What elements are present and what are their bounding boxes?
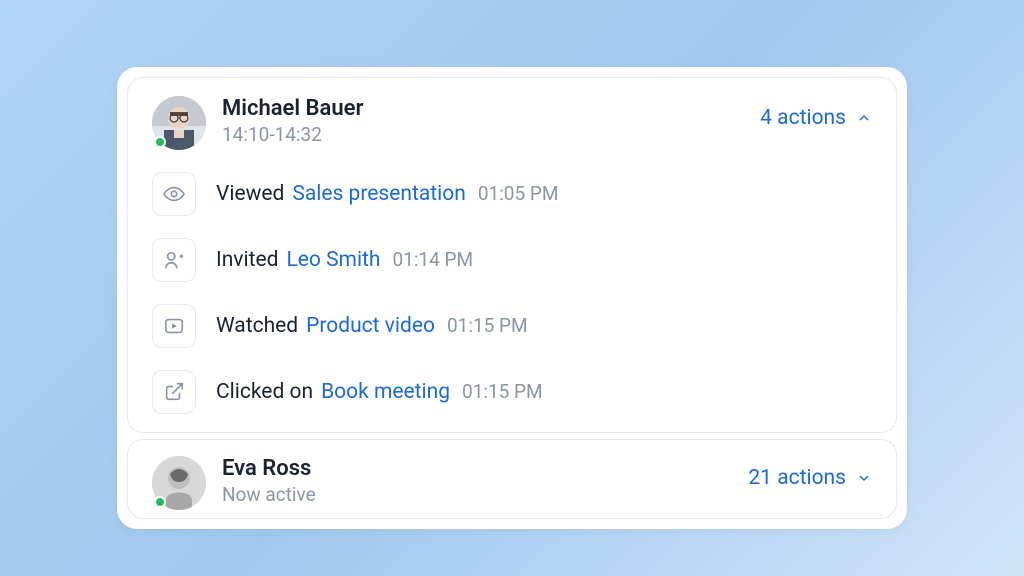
actions-count-label: 21 actions: [748, 466, 846, 490]
chevron-down-icon: [856, 470, 872, 486]
user-name: Michael Bauer: [222, 96, 363, 121]
activity-list: Viewed Sales presentation 01:05 PM Invit…: [152, 172, 872, 414]
activity-row: Invited Leo Smith 01:14 PM: [152, 238, 872, 282]
activity-link[interactable]: Sales presentation: [292, 182, 465, 206]
actions-count-label: 4 actions: [760, 106, 846, 130]
activity-time: 01:14 PM: [393, 248, 474, 271]
eye-icon: [152, 172, 196, 216]
activity-row: Watched Product video 01:15 PM: [152, 304, 872, 348]
user-time-range: 14:10-14:32: [222, 123, 363, 146]
avatar: [152, 456, 206, 510]
user-block: Michael Bauer 14:10-14:32: [152, 96, 363, 150]
card-header: Eva Ross Now active 21 actions: [152, 456, 872, 510]
activity-row: Viewed Sales presentation 01:05 PM: [152, 172, 872, 216]
user-activity-card: Eva Ross Now active 21 actions: [127, 439, 897, 519]
user-name: Eva Ross: [222, 456, 316, 481]
activity-verb: Invited: [216, 248, 278, 272]
card-header: Michael Bauer 14:10-14:32 4 actions: [152, 96, 872, 150]
status-indicator: [154, 496, 166, 508]
activity-time: 01:15 PM: [462, 380, 543, 403]
activity-link[interactable]: Book meeting: [321, 380, 450, 404]
user-status: Now active: [222, 483, 316, 506]
actions-toggle[interactable]: 4 actions: [760, 106, 872, 130]
user-block: Eva Ross Now active: [152, 456, 316, 510]
avatar: [152, 96, 206, 150]
activity-verb: Clicked on: [216, 380, 313, 404]
activity-link[interactable]: Product video: [306, 314, 435, 338]
activity-time: 01:05 PM: [478, 182, 559, 205]
activity-verb: Watched: [216, 314, 298, 338]
activity-link[interactable]: Leo Smith: [286, 248, 380, 272]
status-indicator: [154, 136, 166, 148]
activity-row: Clicked on Book meeting 01:15 PM: [152, 370, 872, 414]
activity-time: 01:15 PM: [447, 314, 528, 337]
chevron-up-icon: [856, 110, 872, 126]
play-icon: [152, 304, 196, 348]
user-activity-card: Michael Bauer 14:10-14:32 4 actions View…: [127, 77, 897, 433]
activity-panel: Michael Bauer 14:10-14:32 4 actions View…: [117, 67, 907, 529]
activity-verb: Viewed: [216, 182, 284, 206]
user-plus-icon: [152, 238, 196, 282]
actions-toggle[interactable]: 21 actions: [748, 466, 872, 490]
external-link-icon: [152, 370, 196, 414]
